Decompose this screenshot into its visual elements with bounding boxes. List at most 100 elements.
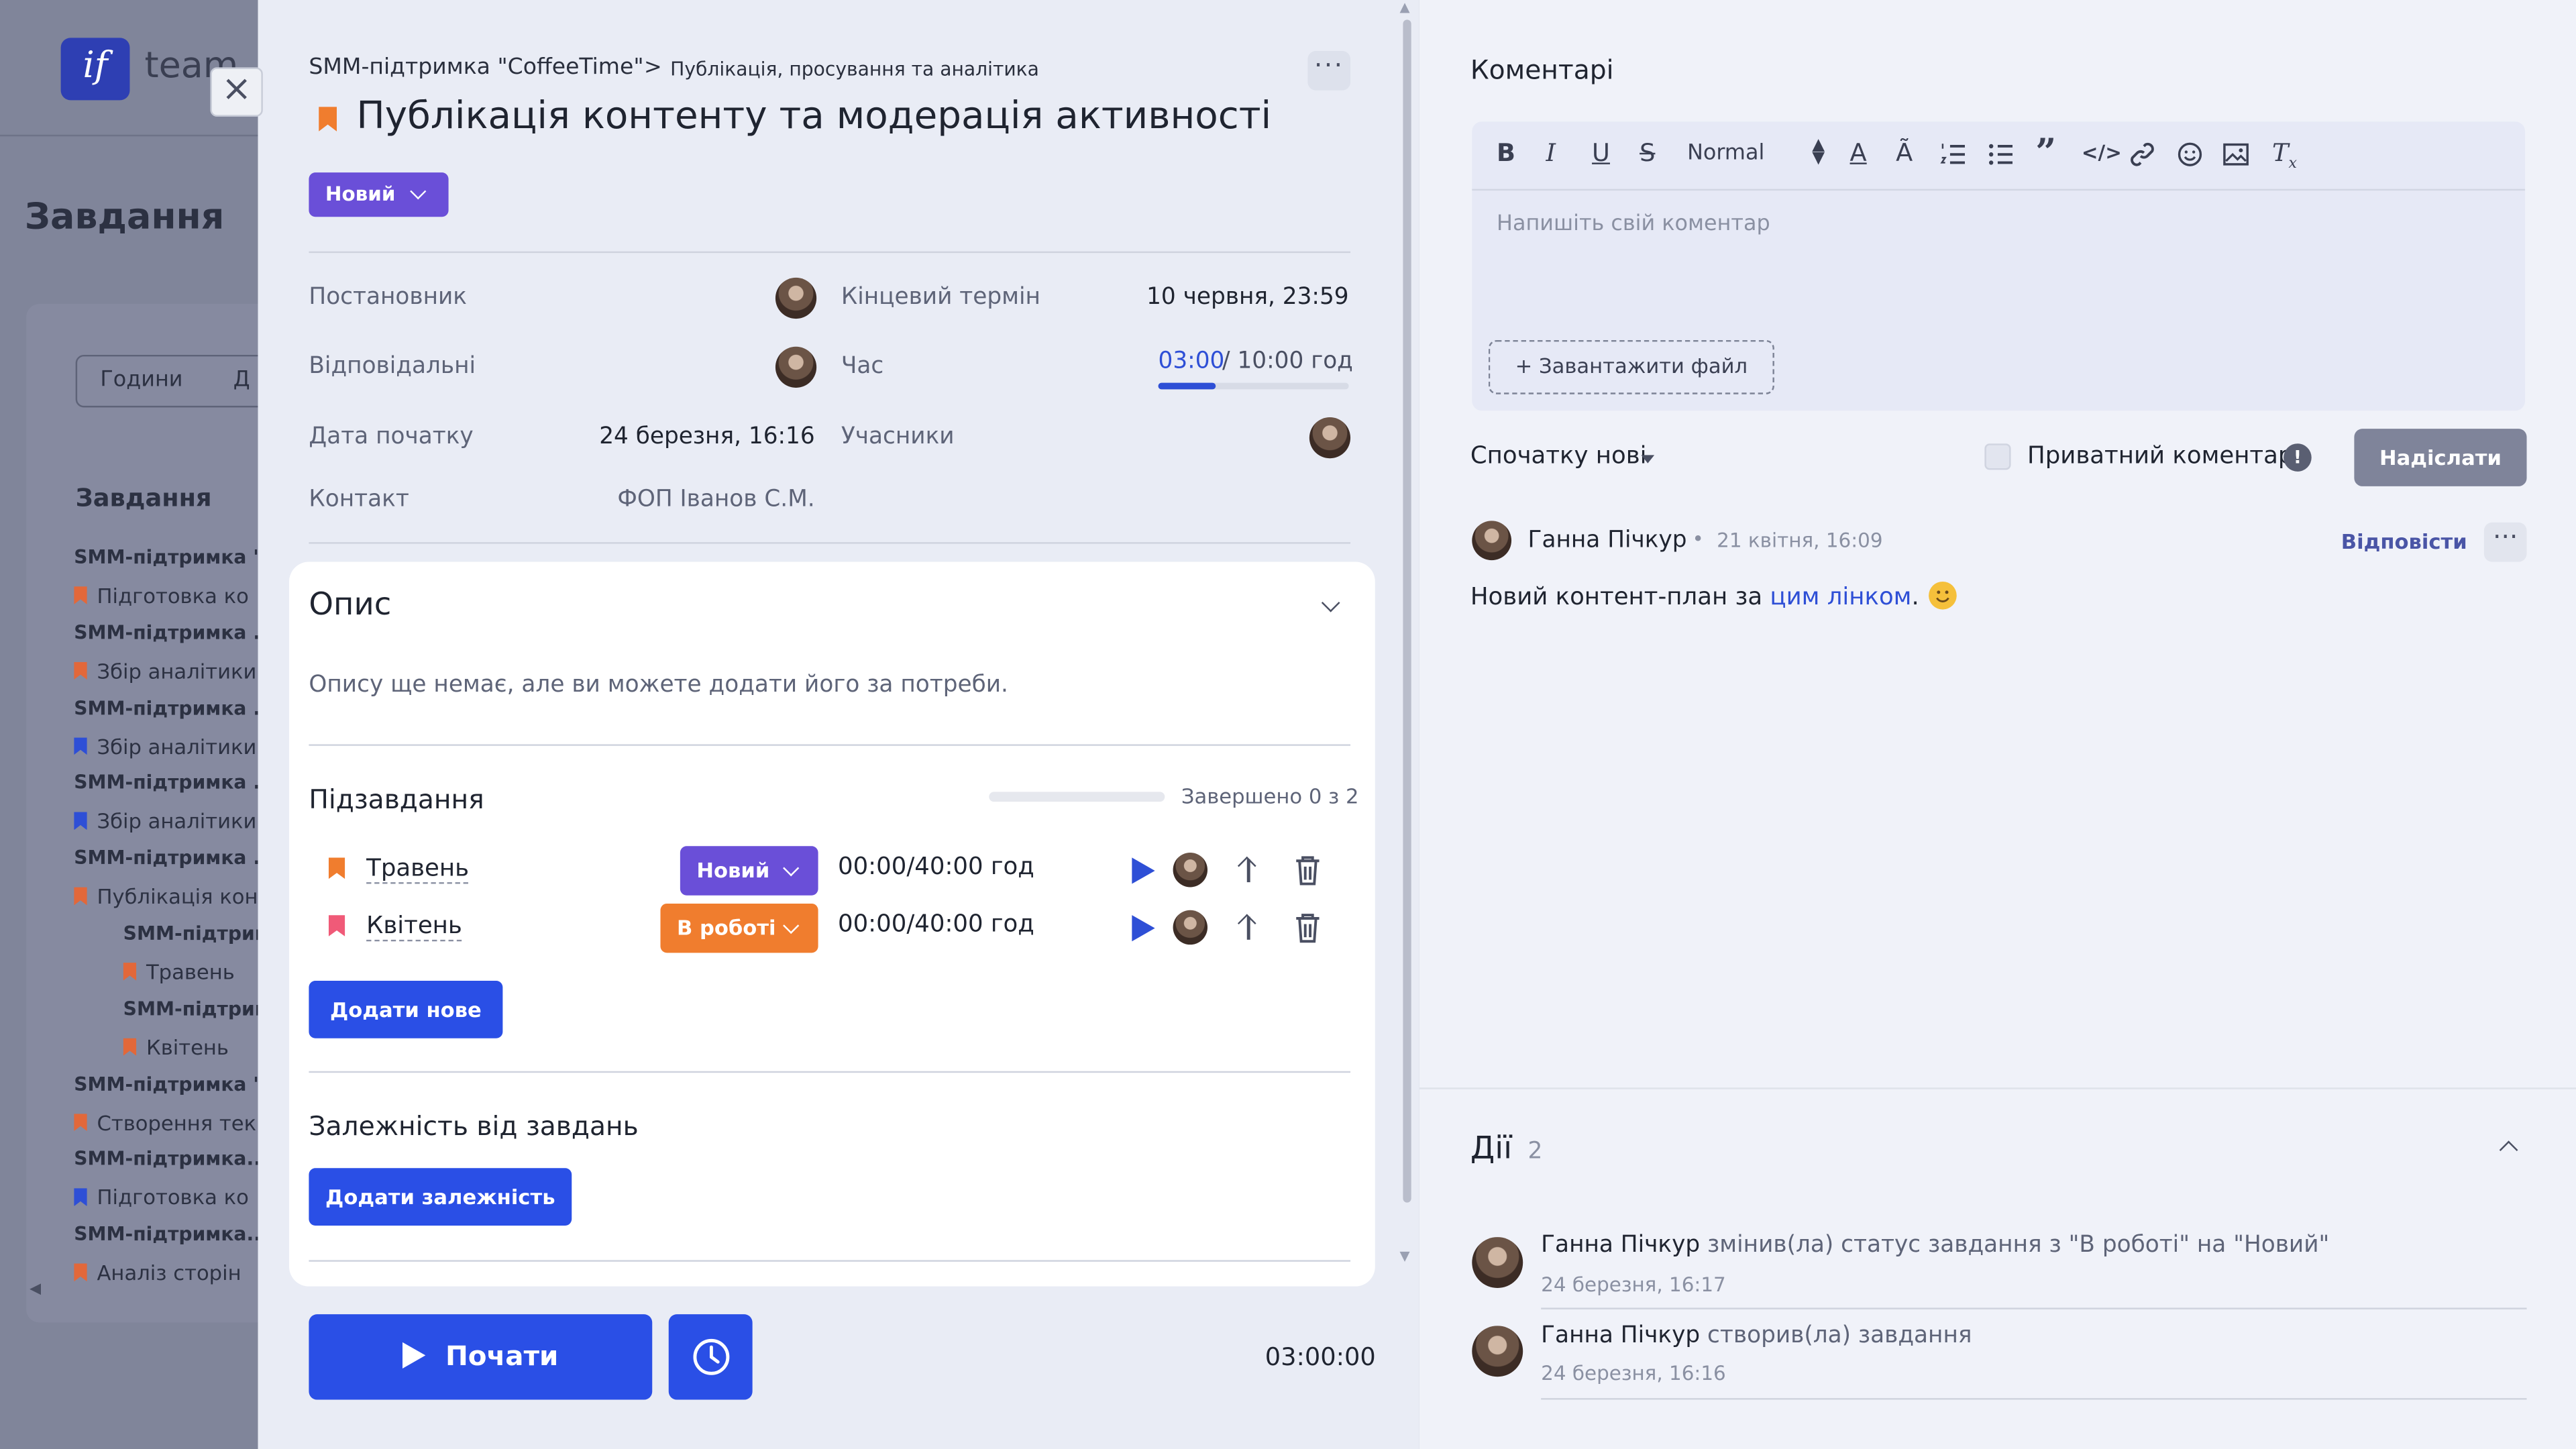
time-spent[interactable]: 03:00 — [1159, 348, 1225, 374]
italic-icon[interactable]: I — [1546, 138, 1556, 168]
strikethrough-icon[interactable]: S — [1640, 138, 1655, 168]
subtask-assignee-avatar[interactable] — [1173, 853, 1208, 888]
close-button[interactable]: × — [210, 67, 263, 117]
background-task-row[interactable]: Квітень — [123, 1034, 229, 1059]
caret-down-icon[interactable] — [1641, 455, 1655, 464]
arrow-up-icon[interactable] — [1236, 912, 1262, 941]
info-icon[interactable]: ! — [2284, 443, 2312, 472]
breadcrumb-project[interactable]: SMM-підтримка "CoffeeTime" — [309, 54, 643, 80]
background-task-label: SMM-підтримка "... — [74, 545, 285, 569]
background-task-row[interactable]: Підготовка ко — [74, 583, 249, 608]
action-description: створив(ла) завдання — [1700, 1322, 1972, 1349]
background-task-row[interactable]: Створення тек — [74, 1110, 256, 1134]
participant-avatar[interactable] — [1309, 417, 1351, 459]
deadline-label: Кінцевий термін — [841, 284, 1040, 311]
subtask-name[interactable]: Квітень — [366, 914, 462, 942]
background-task-label: SMM-підтримка ... — [74, 771, 275, 794]
creator-avatar[interactable] — [775, 277, 817, 319]
code-icon[interactable]: </> — [2082, 142, 2122, 164]
private-comment-checkbox[interactable] — [1984, 443, 2011, 470]
background-task-row[interactable]: Збір аналітики — [74, 658, 256, 683]
background-task-row[interactable]: SMM-підтримка "... — [74, 545, 284, 568]
link-icon[interactable] — [2129, 142, 2155, 168]
highlight-icon[interactable]: Ã — [1896, 138, 1913, 168]
background-task-label: Збір аналітики — [97, 658, 257, 684]
background-task-row[interactable]: SMM-підтримка... — [74, 1147, 268, 1170]
deadline-value[interactable]: 10 червня, 23:59 — [1117, 284, 1348, 311]
task-title[interactable]: Публікація контенту та модерація активно… — [356, 95, 1271, 138]
private-comment-label[interactable]: Приватний коментар — [2027, 443, 2293, 470]
background-task-label: Збір аналітики — [97, 733, 257, 759]
description-empty-text[interactable]: Опису ще немає, але ви можете додати йог… — [309, 672, 1008, 698]
background-task-row[interactable]: SMM-підтримка ... — [74, 771, 274, 794]
background-task-row[interactable]: Збір аналітики — [74, 733, 256, 758]
background-task-row[interactable]: Підготовка ко — [74, 1185, 249, 1210]
play-icon[interactable] — [1132, 915, 1155, 942]
clear-format-icon[interactable]: Tx — [2272, 138, 2297, 172]
task-status-dropdown[interactable]: Новий — [309, 172, 449, 217]
background-task-row[interactable]: SMM-підтримка ... — [74, 621, 274, 643]
quote-icon[interactable]: ” — [2035, 131, 2056, 174]
upload-file-button[interactable]: + Завантажити файл — [1488, 339, 1774, 394]
task-more-button[interactable]: ··· — [1307, 50, 1351, 91]
comment-input[interactable]: Напишіть свій коментар — [1497, 212, 1770, 237]
background-task-row[interactable]: SMM-підтрим — [123, 922, 270, 945]
trash-icon[interactable] — [1293, 854, 1322, 887]
trash-icon[interactable] — [1293, 912, 1322, 945]
select-arrows-icon: ▲ ▼ — [1812, 136, 1825, 168]
emoji-icon[interactable] — [2177, 142, 2203, 168]
smile-emoji-icon — [1929, 581, 1957, 610]
background-task-row[interactable]: SMM-підтримка ... — [74, 696, 274, 718]
background-task-row[interactable]: Травень — [123, 959, 235, 984]
bullet-list-icon[interactable] — [1988, 142, 2014, 168]
image-icon[interactable] — [2222, 142, 2249, 168]
subtask-status-dropdown[interactable]: Новий — [680, 846, 818, 896]
breadcrumb-section[interactable]: Публікація, просування та аналітика — [670, 58, 1039, 80]
reply-button[interactable]: Відповісти — [2341, 529, 2467, 554]
scrollbar-thumb[interactable] — [1403, 19, 1411, 1203]
sort-order-select[interactable]: Спочатку нові — [1470, 443, 1647, 470]
start-date-label: Дата початку — [309, 423, 474, 451]
scroll-left-icon[interactable]: ◀ — [30, 1281, 41, 1297]
background-task-row[interactable]: Збір аналітики — [74, 809, 256, 833]
contact-value[interactable]: ФОП Іванов С.М. — [559, 486, 814, 513]
scroll-up-icon[interactable]: ▲ — [1400, 0, 1410, 15]
start-timer-button[interactable]: Почати — [309, 1314, 653, 1400]
comment-link[interactable]: цим лінком — [1770, 585, 1911, 611]
send-comment-button[interactable]: Надіслати — [2354, 429, 2527, 486]
background-task-row[interactable]: SMM-підтримка... — [74, 1223, 268, 1246]
divider — [309, 251, 1351, 254]
ordered-list-icon[interactable] — [1940, 142, 1966, 168]
task-flag-icon — [123, 962, 137, 981]
add-dependency-button[interactable]: Додати залежність — [309, 1168, 572, 1226]
background-task-row[interactable]: SMM-підтрим — [123, 997, 270, 1020]
bold-icon[interactable]: B — [1497, 138, 1515, 168]
play-icon[interactable] — [1132, 857, 1155, 884]
background-task-row[interactable]: SMM-підтримка ... — [74, 847, 274, 869]
scroll-down-icon[interactable]: ▼ — [1400, 1248, 1410, 1263]
text-color-icon[interactable]: A — [1850, 138, 1867, 168]
subtask-status-dropdown[interactable]: В роботі — [660, 903, 818, 953]
start-date-value[interactable]: 24 березня, 16:16 — [559, 424, 815, 450]
assignee-avatar[interactable] — [775, 346, 817, 388]
tasks-heading: Завдання — [75, 483, 212, 513]
status-label: Новий — [325, 182, 396, 206]
background-task-row[interactable]: Аналіз сторін — [74, 1260, 241, 1285]
comment-more-button[interactable]: ··· — [2483, 523, 2527, 562]
subtask-assignee-avatar[interactable] — [1173, 910, 1208, 945]
arrow-up-icon[interactable] — [1236, 854, 1262, 883]
toggle-days[interactable]: Д — [233, 368, 250, 393]
panel-divider — [1419, 1087, 2576, 1089]
text-format-select[interactable]: Normal — [1687, 142, 1764, 166]
underline-icon[interactable]: U — [1592, 138, 1610, 168]
background-task-row[interactable]: Публікація кон — [74, 884, 258, 909]
background-task-label: SMM-підтримка ... — [74, 846, 275, 869]
background-task-row[interactable]: SMM-підтримка "... — [74, 1072, 284, 1095]
time-log-button[interactable] — [668, 1314, 753, 1400]
comment-date: 21 квітня, 16:09 — [1717, 529, 1883, 552]
subtask-name[interactable]: Травень — [366, 856, 470, 884]
background-task-label: Аналіз сторін — [97, 1260, 241, 1285]
toggle-hours[interactable]: Години — [100, 368, 182, 393]
task-flag-icon — [74, 812, 87, 830]
add-subtask-button[interactable]: Додати нове — [309, 981, 503, 1038]
